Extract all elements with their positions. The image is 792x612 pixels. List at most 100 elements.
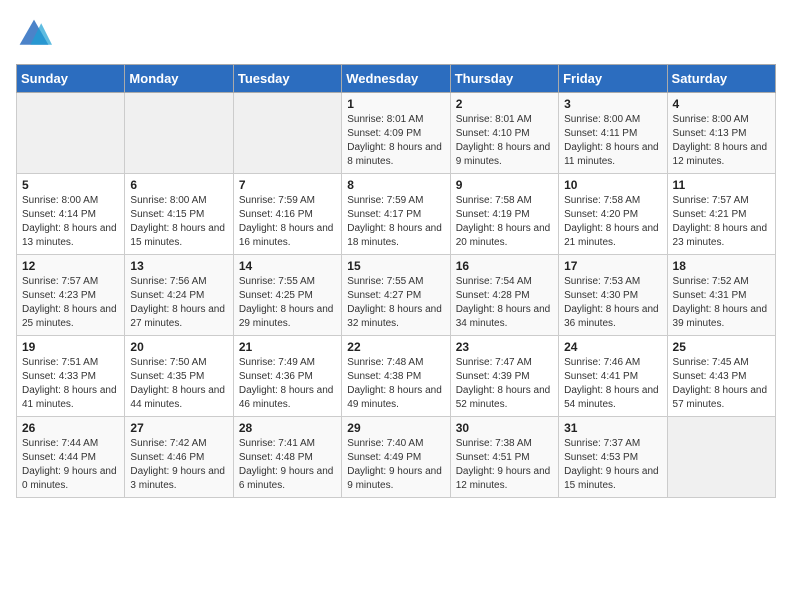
day-number: 12 [22,259,119,273]
day-number: 1 [347,97,444,111]
calendar-cell: 21Sunrise: 7:49 AM Sunset: 4:36 PM Dayli… [233,336,341,417]
day-number: 17 [564,259,661,273]
calendar-cell: 14Sunrise: 7:55 AM Sunset: 4:25 PM Dayli… [233,255,341,336]
day-info: Sunrise: 7:53 AM Sunset: 4:30 PM Dayligh… [564,275,661,331]
calendar-cell: 7Sunrise: 7:59 AM Sunset: 4:16 PM Daylig… [233,174,341,255]
calendar-cell: 23Sunrise: 7:47 AM Sunset: 4:39 PM Dayli… [450,336,558,417]
calendar-cell: 1 Sunrise: 8:01 AM Sunset: 4:09 PM Daylig… [342,93,450,174]
calendar-cell: 9 Sunrise: 7:58 AM Sunset: 4:19 PM Daylig… [450,174,558,255]
calendar-cell: 22 Sunrise: 7:48 AM Sunset: 4:38 PM Dayli… [342,336,450,417]
day-number: 27 [130,421,227,435]
calendar-cell: 10 Sunrise: 7:58 AM Sunset: 4:20 PM Dayli… [559,174,667,255]
calendar-cell: 28Sunrise: 7:41 AM Sunset: 4:48 PM Dayli… [233,417,341,498]
calendar-header-row: SundayMondayTuesdayWednesdayThursdayFrid… [17,65,776,93]
calendar-week-row: 12 Sunrise: 7:57 AM Sunset: 4:23 PM Dayli… [17,255,776,336]
calendar-cell: 12 Sunrise: 7:57 AM Sunset: 4:23 PM Dayli… [17,255,125,336]
calendar-cell [233,93,341,174]
day-info: Sunrise: 7:37 AM Sunset: 4:53 PM Dayligh… [564,437,661,493]
day-info: Sunrise: 7:57 AM Sunset: 4:23 PM Dayligh… [22,275,119,331]
header-friday: Friday [559,65,667,93]
header-sunday: Sunday [17,65,125,93]
day-number: 6 [130,178,227,192]
day-info: Sunrise: 7:45 AM Sunset: 4:43 PM Dayligh… [673,356,770,412]
calendar-week-row: 19 Sunrise: 7:51 AM Sunset: 4:33 PM Dayli… [17,336,776,417]
header-wednesday: Wednesday [342,65,450,93]
day-info: Sunrise: 7:58 AM Sunset: 4:19 PM Dayligh… [456,194,553,250]
calendar-cell: 26 Sunrise: 7:44 AM Sunset: 4:44 PM Dayli… [17,417,125,498]
day-info: Sunrise: 7:44 AM Sunset: 4:44 PM Dayligh… [22,437,119,493]
day-info: Sunrise: 7:42 AM Sunset: 4:46 PM Dayligh… [130,437,227,493]
calendar-cell: 16 Sunrise: 7:54 AM Sunset: 4:28 PM Dayli… [450,255,558,336]
day-number: 18 [673,259,770,273]
day-info: Sunrise: 8:01 AM Sunset: 4:09 PM Dayligh… [347,113,444,169]
calendar-week-row: 26 Sunrise: 7:44 AM Sunset: 4:44 PM Dayli… [17,417,776,498]
day-info: Sunrise: 8:00 AM Sunset: 4:15 PM Dayligh… [130,194,227,250]
day-info: Sunrise: 7:38 AM Sunset: 4:51 PM Dayligh… [456,437,553,493]
day-number: 2 [456,97,553,111]
calendar-cell: 17 Sunrise: 7:53 AM Sunset: 4:30 PM Dayli… [559,255,667,336]
calendar-cell: 25 Sunrise: 7:45 AM Sunset: 4:43 PM Dayli… [667,336,775,417]
calendar-cell [17,93,125,174]
calendar-cell: 8 Sunrise: 7:59 AM Sunset: 4:17 PM Daylig… [342,174,450,255]
day-info: Sunrise: 8:00 AM Sunset: 4:14 PM Dayligh… [22,194,119,250]
day-number: 24 [564,340,661,354]
day-info: Sunrise: 7:50 AM Sunset: 4:35 PM Dayligh… [130,356,227,412]
day-info: Sunrise: 7:59 AM Sunset: 4:17 PM Dayligh… [347,194,444,250]
calendar-cell: 27 Sunrise: 7:42 AM Sunset: 4:46 PM Dayli… [125,417,233,498]
calendar-cell: 18 Sunrise: 7:52 AM Sunset: 4:31 PM Dayli… [667,255,775,336]
day-info: Sunrise: 8:00 AM Sunset: 4:13 PM Dayligh… [673,113,770,169]
day-info: Sunrise: 7:47 AM Sunset: 4:39 PM Dayligh… [456,356,553,412]
day-number: 15 [347,259,444,273]
day-number: 19 [22,340,119,354]
day-info: Sunrise: 7:52 AM Sunset: 4:31 PM Dayligh… [673,275,770,331]
day-info: Sunrise: 8:01 AM Sunset: 4:10 PM Dayligh… [456,113,553,169]
day-number: 5 [22,178,119,192]
header [16,16,776,52]
day-number: 30 [456,421,553,435]
day-info: Sunrise: 8:00 AM Sunset: 4:11 PM Dayligh… [564,113,661,169]
calendar-cell: 29 Sunrise: 7:40 AM Sunset: 4:49 PM Dayli… [342,417,450,498]
day-number: 21 [239,340,336,354]
day-info: Sunrise: 7:54 AM Sunset: 4:28 PM Dayligh… [456,275,553,331]
calendar-cell: 2 Sunrise: 8:01 AM Sunset: 4:10 PM Daylig… [450,93,558,174]
header-tuesday: Tuesday [233,65,341,93]
logo-icon [16,16,52,52]
day-number: 28 [239,421,336,435]
day-number: 16 [456,259,553,273]
logo [16,16,56,52]
day-info: Sunrise: 7:40 AM Sunset: 4:49 PM Dayligh… [347,437,444,493]
calendar-cell: 19 Sunrise: 7:51 AM Sunset: 4:33 PM Dayli… [17,336,125,417]
day-number: 20 [130,340,227,354]
calendar-cell: 15Sunrise: 7:55 AM Sunset: 4:27 PM Dayli… [342,255,450,336]
calendar-cell: 31Sunrise: 7:37 AM Sunset: 4:53 PM Dayli… [559,417,667,498]
header-monday: Monday [125,65,233,93]
header-saturday: Saturday [667,65,775,93]
day-info: Sunrise: 7:58 AM Sunset: 4:20 PM Dayligh… [564,194,661,250]
day-info: Sunrise: 7:46 AM Sunset: 4:41 PM Dayligh… [564,356,661,412]
calendar-cell [667,417,775,498]
day-number: 10 [564,178,661,192]
day-number: 3 [564,97,661,111]
day-info: Sunrise: 7:55 AM Sunset: 4:25 PM Dayligh… [239,275,336,331]
calendar-cell: 11Sunrise: 7:57 AM Sunset: 4:21 PM Dayli… [667,174,775,255]
calendar-week-row: 5 Sunrise: 8:00 AM Sunset: 4:14 PM Daylig… [17,174,776,255]
calendar-cell: 30 Sunrise: 7:38 AM Sunset: 4:51 PM Dayli… [450,417,558,498]
calendar-cell: 24 Sunrise: 7:46 AM Sunset: 4:41 PM Dayli… [559,336,667,417]
day-number: 22 [347,340,444,354]
day-number: 29 [347,421,444,435]
day-info: Sunrise: 7:48 AM Sunset: 4:38 PM Dayligh… [347,356,444,412]
day-number: 9 [456,178,553,192]
day-number: 26 [22,421,119,435]
calendar-cell: 20 Sunrise: 7:50 AM Sunset: 4:35 PM Dayli… [125,336,233,417]
day-number: 8 [347,178,444,192]
day-info: Sunrise: 7:57 AM Sunset: 4:21 PM Dayligh… [673,194,770,250]
day-number: 25 [673,340,770,354]
day-number: 13 [130,259,227,273]
calendar-cell: 4Sunrise: 8:00 AM Sunset: 4:13 PM Daylig… [667,93,775,174]
calendar-week-row: 1 Sunrise: 8:01 AM Sunset: 4:09 PM Daylig… [17,93,776,174]
day-info: Sunrise: 7:56 AM Sunset: 4:24 PM Dayligh… [130,275,227,331]
calendar-table: SundayMondayTuesdayWednesdayThursdayFrid… [16,64,776,498]
day-info: Sunrise: 7:51 AM Sunset: 4:33 PM Dayligh… [22,356,119,412]
header-thursday: Thursday [450,65,558,93]
day-number: 7 [239,178,336,192]
